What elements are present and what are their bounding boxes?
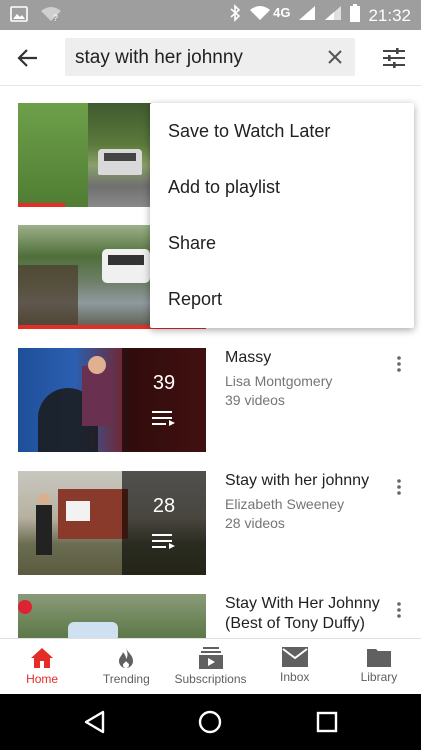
filter-button[interactable] (379, 43, 409, 73)
menu-item-add-to-playlist[interactable]: Add to playlist (150, 159, 414, 215)
square-recents-icon (316, 711, 338, 733)
nav-trending-label: Trending (102, 672, 150, 686)
more-vert-icon (397, 602, 401, 618)
clock: 21:32 (368, 5, 411, 25)
more-options-button[interactable] (389, 354, 409, 374)
nav-inbox-label: Inbox (280, 670, 310, 684)
playlist-icon (152, 410, 176, 431)
playlist-thumbnail[interactable]: 39 (18, 348, 206, 452)
triangle-back-icon (84, 710, 105, 734)
bottom-navigation: Home Trending Subscriptions Inbox Librar… (0, 638, 421, 694)
menu-item-share[interactable]: Share (150, 215, 414, 271)
system-back-button[interactable] (80, 708, 108, 736)
nav-trending[interactable]: Trending (84, 639, 168, 694)
playlist-overlay: 28 (122, 471, 206, 575)
wifi-question-icon: ? (40, 6, 62, 27)
flame-icon (119, 648, 134, 668)
video-count: 28 videos (225, 515, 285, 531)
video-title[interactable]: Stay With Her Johnny (Best of Tony Duffy… (225, 594, 385, 634)
more-vert-icon (397, 356, 401, 372)
status-bar: ? 4G 21:32 (0, 0, 421, 30)
playlist-count: 39 (152, 372, 176, 394)
home-icon (31, 648, 54, 668)
playlist-thumbnail[interactable]: 28 (18, 471, 206, 575)
result-playlist-2[interactable]: 28 Stay with her johnny Elizabeth Sweene… (0, 471, 421, 581)
circle-home-icon (198, 710, 222, 734)
result-playlist-1[interactable]: 39 Massy Lisa Montgomery 39 videos (0, 348, 421, 458)
tune-icon (383, 48, 405, 68)
menu-item-report[interactable]: Report (150, 271, 414, 327)
image-notification-icon (10, 6, 28, 27)
nav-inbox[interactable]: Inbox (253, 639, 337, 694)
svg-text:?: ? (53, 13, 58, 22)
bluetooth-icon (229, 4, 241, 27)
playlist-count: 28 (152, 495, 176, 517)
nav-home[interactable]: Home (0, 639, 84, 694)
nav-subscriptions[interactable]: Subscriptions (168, 639, 252, 694)
context-menu: Save to Watch Later Add to playlist Shar… (150, 103, 414, 328)
playlist-overlay: 39 (122, 348, 206, 452)
playlist-icon (152, 533, 176, 554)
more-vert-icon (397, 479, 401, 495)
system-navigation-bar (0, 694, 421, 750)
video-thumbnail[interactable] (18, 594, 206, 638)
nav-subscriptions-label: Subscriptions (174, 672, 247, 686)
nav-home-label: Home (26, 672, 59, 686)
result-video-3[interactable]: Stay With Her Johnny (Best of Tony Duffy… (0, 594, 421, 638)
nav-library[interactable]: Library (337, 639, 421, 694)
subscriptions-icon (198, 647, 223, 669)
network-type: 4G (273, 5, 291, 20)
menu-item-save-watch-later[interactable]: Save to Watch Later (150, 103, 414, 159)
search-query: stay with her johnny (75, 47, 243, 68)
watch-progress-bar (18, 203, 65, 207)
battery-icon (350, 4, 361, 27)
search-input[interactable]: stay with her johnny (65, 38, 355, 76)
channel-name: Elizabeth Sweeney (225, 496, 345, 512)
more-options-button[interactable] (389, 600, 409, 620)
signal-2-icon (324, 5, 342, 26)
nav-library-label: Library (360, 670, 398, 684)
signal-icon (298, 5, 316, 26)
more-options-button[interactable] (389, 477, 409, 497)
inbox-icon (281, 647, 308, 667)
search-header: stay with her johnny (0, 30, 421, 86)
folder-icon (366, 649, 391, 667)
channel-name: Lisa Montgomery (225, 373, 333, 389)
playlist-title[interactable]: Stay with her johnny (225, 471, 385, 491)
video-count: 39 videos (225, 392, 285, 408)
close-icon (328, 50, 342, 64)
clear-search-button[interactable] (323, 45, 347, 69)
playlist-title[interactable]: Massy (225, 348, 375, 368)
wifi-icon (249, 5, 271, 26)
back-button[interactable] (12, 42, 44, 74)
system-recents-button[interactable] (313, 708, 341, 736)
system-home-button[interactable] (196, 708, 224, 736)
arrow-left-icon (17, 49, 37, 67)
